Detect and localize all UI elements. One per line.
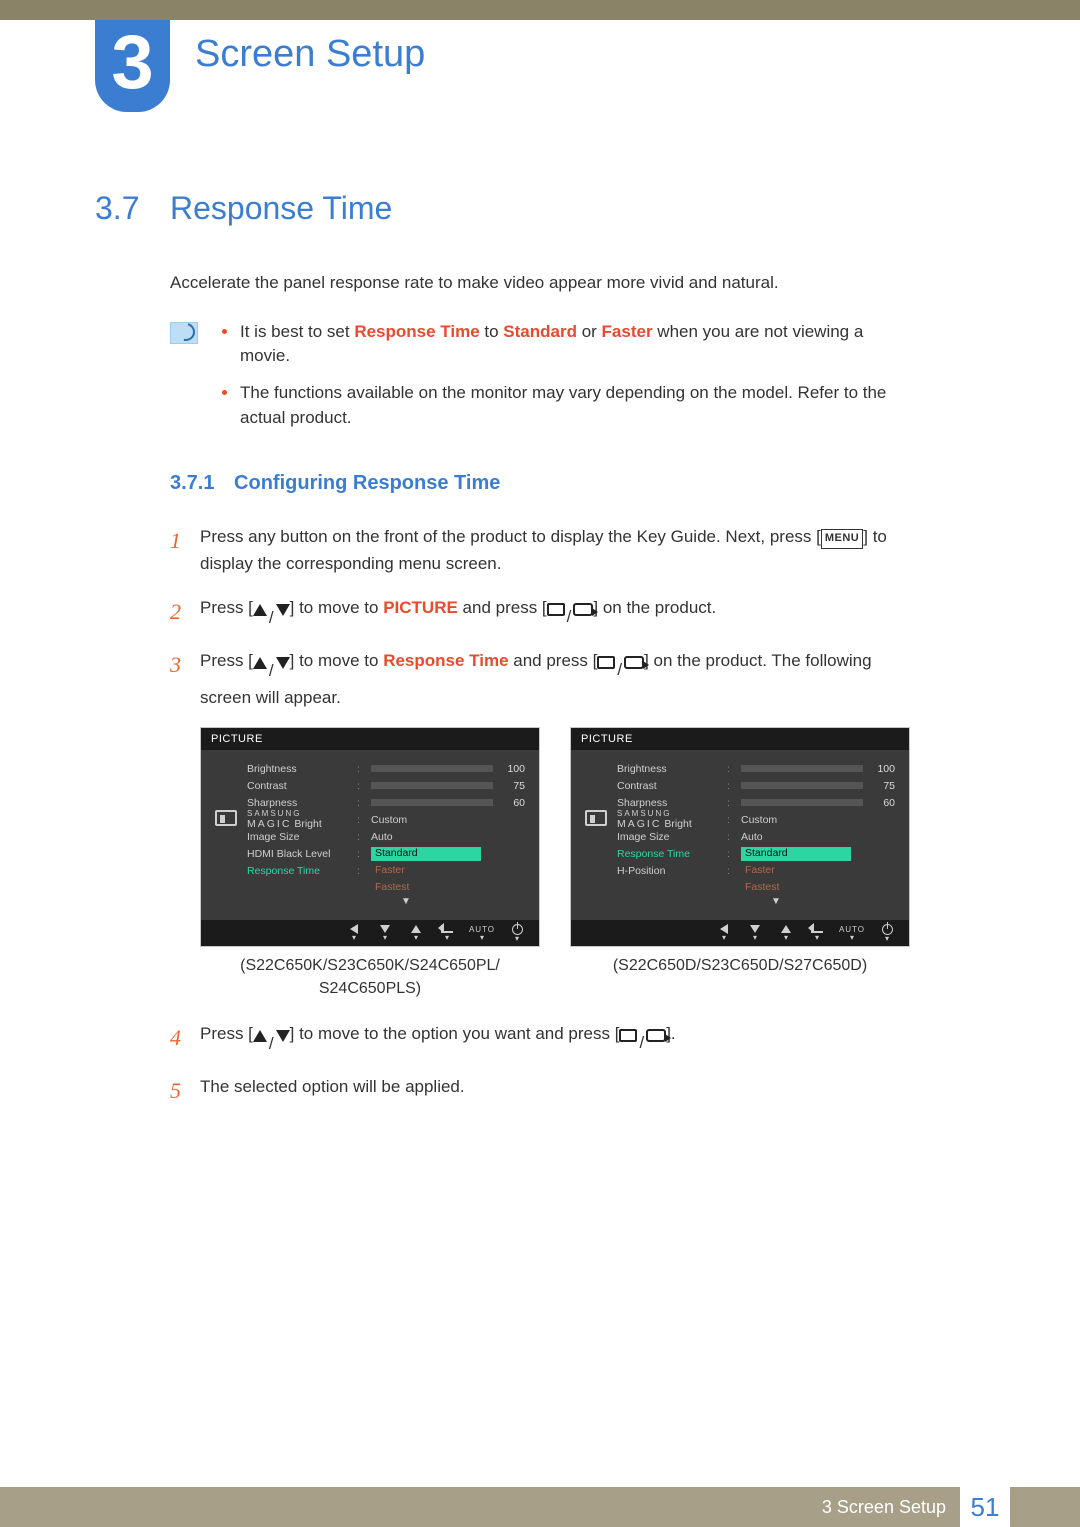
osd-panel-left: PICTURE Brightness:100 Contrast:75 Sharp… — [200, 727, 540, 947]
chapter-badge: 3 — [95, 20, 170, 112]
source-enter-icon: / — [619, 1029, 666, 1056]
osd-caption-right: (S22C650D/S23C650D/S27C650D) — [570, 955, 910, 1000]
note-block: It is best to set Response Time to Stand… — [170, 320, 910, 443]
footer-bar: 3 Screen Setup 51 — [0, 1487, 1080, 1527]
picture-category-icon — [215, 810, 237, 826]
auto-icon: AUTO▾ — [464, 924, 500, 942]
auto-icon: AUTO▾ — [834, 924, 870, 942]
power-icon: ▾ — [503, 924, 531, 942]
magic-bright-label: SAMSUNGMAGIC Bright — [247, 810, 357, 830]
menu-icon: MENU — [821, 529, 863, 549]
osd-screenshot-row: PICTURE Brightness:100 Contrast:75 Sharp… — [200, 727, 910, 947]
return-icon: ▾ — [803, 924, 831, 942]
osd-highlighted-item: Response Time — [247, 865, 357, 877]
chapter-title: Screen Setup — [195, 33, 425, 76]
up-down-icon: / — [253, 1030, 290, 1057]
chapter-number: 3 — [111, 25, 153, 101]
osd-caption-left: (S22C650K/S23C650K/S24C650PL/ S24C650PLS… — [200, 955, 540, 1000]
return-icon: ▾ — [433, 924, 461, 942]
section-title: Response Time — [170, 190, 392, 227]
down-icon: ▾ — [371, 924, 399, 942]
scroll-down-icon: ▼ — [657, 896, 895, 908]
top-bar — [0, 0, 1080, 20]
up-icon: ▾ — [402, 924, 430, 942]
section-heading: 3.7 Response Time — [95, 190, 910, 227]
step-body: Press [/] to move to the option you want… — [200, 1020, 910, 1057]
step-number: 1 — [170, 523, 200, 577]
step-body: Press [/] to move to PICTURE and press [… — [200, 594, 910, 631]
up-down-icon: / — [253, 657, 290, 684]
subsection-number: 3.7.1 — [170, 472, 214, 494]
page-content: 3.7 Response Time Accelerate the panel r… — [95, 190, 910, 1124]
footer-chapter: 3 Screen Setup — [822, 1497, 946, 1518]
osd-caption-row: (S22C650K/S23C650K/S24C650PL/ S24C650PLS… — [200, 955, 910, 1000]
step-number: 2 — [170, 594, 200, 631]
note-icon — [170, 322, 198, 344]
osd-highlighted-item: Response Time — [617, 848, 727, 860]
left-icon: ▾ — [340, 924, 368, 942]
note-item: It is best to set Response Time to Stand… — [218, 320, 910, 369]
down-icon: ▾ — [741, 924, 769, 942]
osd-footer: ▾ ▾ ▾ ▾ AUTO▾ ▾ — [571, 920, 909, 946]
left-icon: ▾ — [710, 924, 738, 942]
step-number: 3 — [170, 647, 200, 711]
step: 4 Press [/] to move to the option you wa… — [170, 1020, 910, 1057]
step-body: The selected option will be applied. — [200, 1073, 910, 1108]
step-number: 5 — [170, 1073, 200, 1108]
picture-category-icon — [585, 810, 607, 826]
steps-list: 1 Press any button on the front of the p… — [170, 523, 910, 711]
intro-text: Accelerate the panel response rate to ma… — [170, 271, 910, 296]
step-body: Press any button on the front of the pro… — [200, 523, 910, 577]
osd-title: PICTURE — [201, 728, 539, 750]
up-icon: ▾ — [772, 924, 800, 942]
up-down-icon: / — [253, 604, 290, 631]
note-item: The functions available on the monitor m… — [218, 381, 910, 430]
subsection-heading: 3.7.1 Configuring Response Time — [170, 472, 910, 495]
step-body: Press [/] to move to Response Time and p… — [200, 647, 910, 711]
subsection-title: Configuring Response Time — [234, 472, 500, 494]
power-icon: ▾ — [873, 924, 901, 942]
osd-title: PICTURE — [571, 728, 909, 750]
magic-bright-label: SAMSUNGMAGIC Bright — [617, 810, 727, 830]
step-number: 4 — [170, 1020, 200, 1057]
step: 2 Press [/] to move to PICTURE and press… — [170, 594, 910, 631]
source-enter-icon: / — [597, 656, 644, 683]
osd-footer: ▾ ▾ ▾ ▾ AUTO▾ ▾ — [201, 920, 539, 946]
footer-page-number: 51 — [960, 1487, 1010, 1527]
step: 3 Press [/] to move to Response Time and… — [170, 647, 910, 711]
note-list: It is best to set Response Time to Stand… — [218, 320, 910, 443]
osd-panel-right: PICTURE Brightness:100 Contrast:75 Sharp… — [570, 727, 910, 947]
section-number: 3.7 — [95, 190, 170, 227]
step: 1 Press any button on the front of the p… — [170, 523, 910, 577]
step: 5 The selected option will be applied. — [170, 1073, 910, 1108]
source-enter-icon: / — [547, 603, 594, 630]
steps-list-cont: 4 Press [/] to move to the option you wa… — [170, 1020, 910, 1108]
scroll-down-icon: ▼ — [287, 896, 525, 908]
